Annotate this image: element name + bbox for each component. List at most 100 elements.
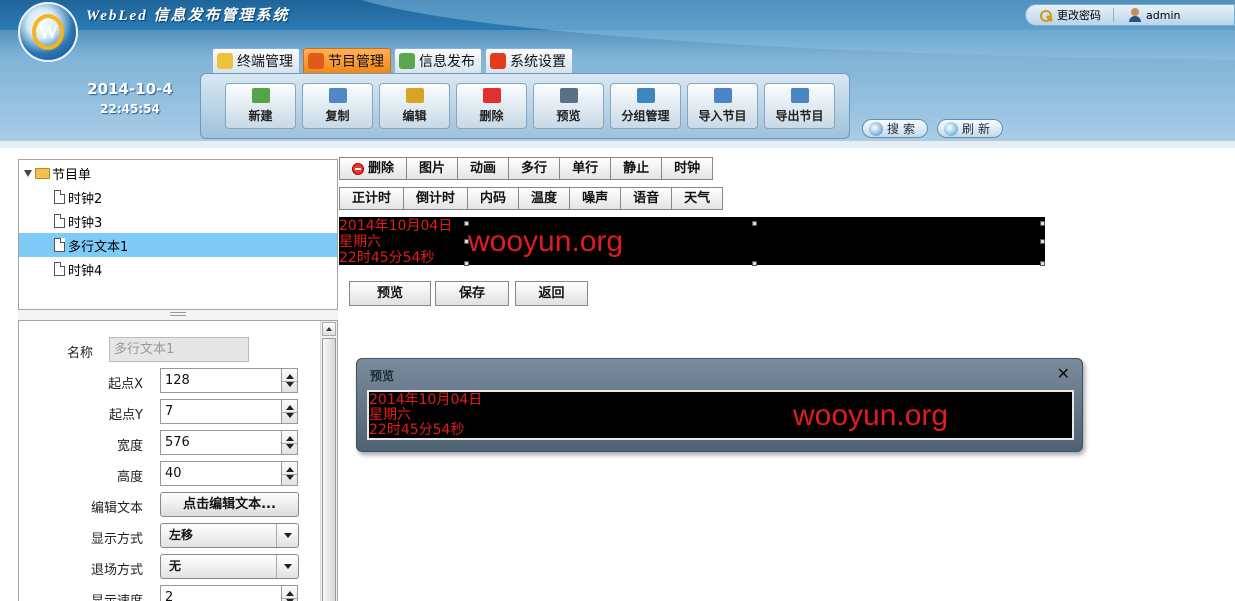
tree-item[interactable]: 多行文本1 [19,233,337,257]
toolbar-button-0[interactable]: 新建 [225,83,296,129]
resize-handle[interactable] [1040,261,1045,266]
document-icon [54,262,65,276]
refresh-icon [944,121,958,136]
preview-button[interactable]: 预览 [349,281,431,306]
resize-handle[interactable] [464,221,469,226]
editor_bar2-button-6[interactable]: 天气 [671,187,724,210]
spin-up-icon[interactable] [286,467,294,472]
resize-handle[interactable] [464,239,469,244]
spin-down-icon[interactable] [286,382,294,387]
editor_bar1-button-6[interactable]: 时钟 [661,157,714,180]
speed-input[interactable]: 2 [160,585,282,601]
toolbar-button-1[interactable]: 复制 [302,83,373,129]
resize-handle[interactable] [752,221,757,226]
prop-y-row: 起点Y 7 [19,399,319,425]
resize-handle[interactable] [1040,221,1045,226]
scroll-up-icon[interactable] [322,322,336,336]
prop-speed-label: 显示速度 [19,590,143,601]
app-header: W WebLed 信息发布管理系统 更改密码 admin 2014-10-4 2… [0,0,1235,140]
spin-down-icon[interactable] [286,413,294,418]
search-button[interactable]: 搜索 [862,119,929,138]
toolbar-button-4[interactable]: 预览 [533,83,604,129]
toolbar-button-5[interactable]: 分组管理 [610,83,681,129]
change-password-link[interactable]: 更改密码 [1026,5,1113,25]
user-account[interactable]: admin [1114,5,1192,25]
y-input[interactable]: 7 [160,399,282,424]
width-spinner[interactable] [282,430,298,455]
editor_bar2-button-1[interactable]: 倒计时 [403,187,469,210]
speed-spinner[interactable] [282,585,298,601]
toolbar-button-label: 导入节目 [698,109,747,123]
spin-down-icon[interactable] [286,444,294,449]
expand-arrow-icon[interactable] [24,169,32,177]
power-icon [490,53,506,69]
toolbar-button-7[interactable]: 导出节目 [764,83,835,129]
editor-button-label: 倒计时 [416,191,456,206]
toolbar-button-6[interactable]: 导入节目 [687,83,758,129]
clock-time: 22:45:54 [100,102,160,116]
delete-icon [482,88,501,103]
resize-handle[interactable] [1040,239,1045,244]
resize-handle[interactable] [752,261,757,266]
width-input[interactable]: 576 [160,430,282,455]
tree-root[interactable]: 节目单 [19,161,337,185]
editor_bar1-button-0[interactable]: 删除 [339,157,408,180]
editor_bar1-button-3[interactable]: 多行 [508,157,561,180]
toolbar-button-3[interactable]: 删除 [456,83,527,129]
spin-up-icon[interactable] [286,405,294,410]
back-button[interactable]: 返回 [515,281,588,306]
delete-icon [352,162,364,175]
editor_bar1-button-1[interactable]: 图片 [406,157,459,180]
document-icon [54,190,65,204]
tab-3[interactable]: 系统设置 [485,48,573,73]
close-icon[interactable]: ✕ [1057,364,1070,383]
refresh-button[interactable]: 刷新 [937,119,1004,138]
spin-up-icon[interactable] [286,436,294,441]
publish-icon [399,53,415,69]
tree-item-label: 时钟3 [68,215,103,231]
prop-x-label: 起点X [108,377,143,392]
spin-up-icon[interactable] [286,374,294,379]
height-spinner[interactable] [282,461,298,486]
editor-button-label: 温度 [531,191,558,206]
prop-name-label: 名称 [66,346,93,361]
editor_bar2-button-3[interactable]: 温度 [518,187,571,210]
program-toolbar: 新建 复制 编辑 删除 预览 分组管理 导入节目 导出节目 [200,73,850,139]
editor_bar2-button-4[interactable]: 噪声 [569,187,622,210]
editor_bar1-button-5[interactable]: 静止 [610,157,663,180]
panel-splitter[interactable] [18,310,338,320]
y-spinner[interactable] [282,399,298,424]
preview-dialog-title: 预览 [370,369,395,383]
scroll-thumb[interactable] [322,338,336,601]
save-button[interactable]: 保存 [435,281,509,306]
tab-0[interactable]: 终端管理 [212,48,300,73]
editor_bar2-button-2[interactable]: 内码 [467,187,520,210]
edit-text-button[interactable]: 点击编辑文本... [160,492,299,517]
tree-item[interactable]: 时钟2 [19,185,337,209]
properties-scrollbar[interactable] [320,321,337,601]
x-input[interactable]: 128 [160,368,282,393]
editor_bar1-button-2[interactable]: 动画 [457,157,510,180]
spin-down-icon[interactable] [286,475,294,480]
height-input[interactable]: 40 [160,461,282,486]
editor_bar2-button-0[interactable]: 正计时 [339,187,405,210]
spin-up-icon[interactable] [286,591,294,596]
editor_bar1-button-4[interactable]: 单行 [559,157,612,180]
exit-mode-value: 无 [169,559,182,573]
toolbar-button-2[interactable]: 编辑 [379,83,450,129]
display-mode-select[interactable]: 左移 [160,523,299,548]
chevron-down-icon[interactable] [276,555,298,578]
exit-mode-select[interactable]: 无 [160,554,299,579]
led-canvas[interactable]: 2014年10月04日 星期六 22时45分54秒 wooyun.org [339,217,1045,266]
tab-2[interactable]: 信息发布 [394,48,482,73]
tab-1[interactable]: 节目管理 [303,48,391,73]
resize-handle[interactable] [464,261,469,266]
tree-item-label: 时钟4 [68,263,103,279]
chevron-down-icon[interactable] [276,524,298,547]
x-spinner[interactable] [282,368,298,393]
tree-item[interactable]: 时钟3 [19,209,337,233]
tree-item[interactable]: 时钟4 [19,257,337,281]
editor_bar2-button-5[interactable]: 语音 [620,187,673,210]
app-logo: W [18,2,78,62]
editor-button-label: 正计时 [352,191,392,206]
